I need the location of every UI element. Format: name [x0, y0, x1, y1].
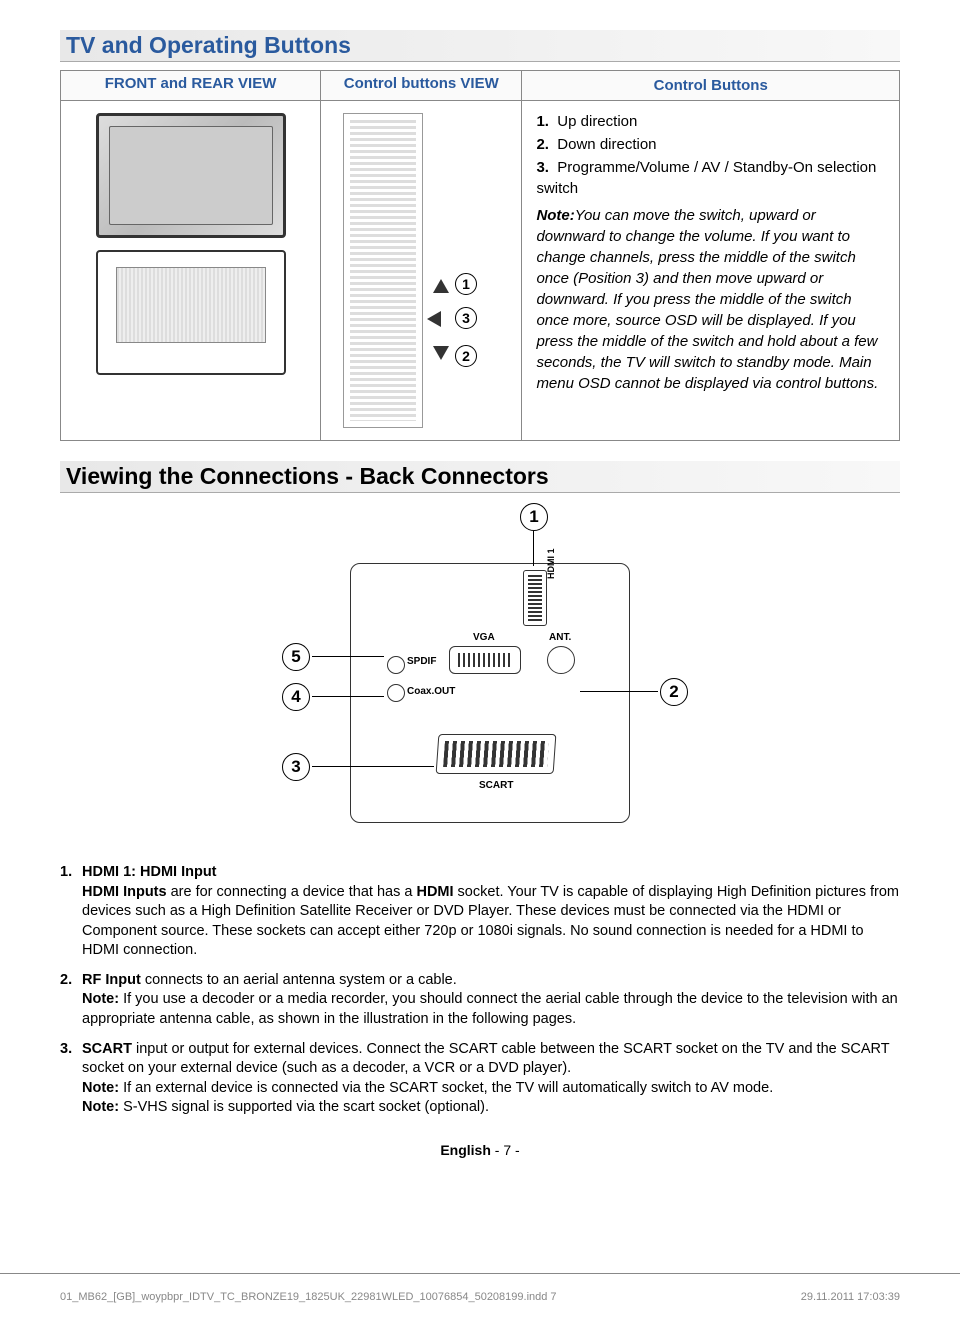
tv-rear-icon: [96, 250, 286, 375]
list1-txt: Up direction: [557, 113, 637, 130]
section1-heading: TV and Operating Buttons: [60, 30, 900, 62]
hdmi-port-icon: [523, 570, 547, 626]
section1-title: TV and Operating Buttons: [66, 32, 351, 58]
tv-front-rear-diagram: [61, 101, 321, 441]
list3-num: 3.: [536, 159, 549, 176]
footer-file: 01_MB62_[GB]_woypbpr_IDTV_TC_BRONZE19_18…: [60, 1291, 557, 1303]
arrow-up-icon: [433, 279, 449, 293]
footer-page: - 7 -: [491, 1142, 520, 1158]
col-header-control-buttons: Control Buttons: [522, 71, 900, 101]
spdif-label: SPDIF: [407, 656, 436, 667]
col-header-front-rear: FRONT and REAR VIEW: [61, 71, 321, 101]
item3-note1-body: If an external device is connected via t…: [119, 1080, 773, 1096]
item2-tail: connects to an aerial antenna system or …: [141, 972, 457, 988]
arrow-down-icon: [433, 346, 449, 360]
coax-port-icon: [387, 684, 405, 702]
footer-center: English - 7 -: [60, 1142, 900, 1158]
ant-port-icon: [547, 646, 575, 674]
ant-label: ANT.: [549, 632, 571, 643]
footer-time: 29.11.2011 17:03:39: [801, 1291, 900, 1303]
scart-port-icon: [436, 734, 557, 774]
item3-note1-bold: Note:: [82, 1080, 119, 1096]
section2-heading: Viewing the Connections - Back Connector…: [60, 461, 900, 493]
tv-front-icon: [96, 113, 286, 238]
control-buttons-text: 1. Up direction 2. Down direction 3. Pro…: [522, 101, 900, 441]
item2-num: 2.: [60, 971, 82, 991]
connectors-diagram: HDMI 1 VGA ANT. SPDIF Coax.OUT SCART 1 2…: [220, 503, 740, 843]
control-buttons-view-diagram: 1 2 3: [321, 101, 522, 441]
connectors-description: 1. HDMI 1: HDMI Input HDMI Inputs are fo…: [60, 863, 900, 1118]
item3-num: 3.: [60, 1040, 82, 1060]
item-hdmi: 1. HDMI 1: HDMI Input HDMI Inputs are fo…: [60, 863, 900, 961]
list2-txt: Down direction: [557, 136, 656, 153]
section2-title: Viewing the Connections - Back Connector…: [66, 463, 549, 489]
list2-num: 2.: [536, 136, 549, 153]
marker-2: 2: [455, 345, 477, 367]
item2-note-body: If you use a decoder or a media recorder…: [82, 991, 898, 1027]
page-meta-footer: 01_MB62_[GB]_woypbpr_IDTV_TC_BRONZE19_18…: [60, 1291, 900, 1303]
item2-lead: RF Input: [82, 972, 141, 988]
spdif-port-icon: [387, 656, 405, 674]
col-header-control-view: Control buttons VIEW: [321, 71, 522, 101]
callout-1: 1: [520, 503, 548, 531]
item-rf: 2. RF Input connects to an aerial antenn…: [60, 971, 900, 1030]
callout-4: 4: [282, 683, 310, 711]
top-table: FRONT and REAR VIEW Control buttons VIEW…: [60, 70, 900, 441]
coax-label: Coax.OUT: [407, 686, 455, 697]
hdmi-label: HDMI 1: [546, 548, 556, 579]
footer-lang: English: [440, 1142, 491, 1158]
list3-txt: Programme/Volume / AV / Standby-On selec…: [536, 159, 876, 197]
item1-num: 1.: [60, 863, 82, 883]
arrow-left-icon: [427, 311, 441, 327]
marker-1: 1: [455, 273, 477, 295]
item1-body: are for connecting a device that has a H…: [82, 884, 899, 959]
item3-lead: SCART: [82, 1041, 132, 1057]
marker-3: 3: [455, 307, 477, 329]
vga-port-icon: [449, 646, 521, 674]
callout-3: 3: [282, 753, 310, 781]
vga-label: VGA: [473, 632, 495, 643]
list1-num: 1.: [536, 113, 549, 130]
item3-tail: input or output for external devices. Co…: [82, 1041, 889, 1077]
item2-note-bold: Note:: [82, 991, 119, 1007]
item-scart: 3. SCART input or output for external de…: [60, 1040, 900, 1118]
cut-line: [0, 1273, 960, 1274]
callout-5: 5: [282, 643, 310, 671]
scart-label: SCART: [479, 780, 513, 791]
item1-bold-frag: HDMI Inputs: [82, 884, 167, 900]
item3-note2-body: S-VHS signal is supported via the scart …: [119, 1099, 489, 1115]
item3-note2-bold: Note:: [82, 1099, 119, 1115]
connector-panel-box: HDMI 1 VGA ANT. SPDIF Coax.OUT SCART: [350, 563, 630, 823]
item1-lead: HDMI 1: HDMI Input: [82, 864, 217, 880]
note-body: You can move the switch, upward or downw…: [536, 207, 878, 392]
callout-2: 2: [660, 678, 688, 706]
note-label: Note:: [536, 207, 574, 224]
side-panel-icon: [343, 113, 423, 428]
